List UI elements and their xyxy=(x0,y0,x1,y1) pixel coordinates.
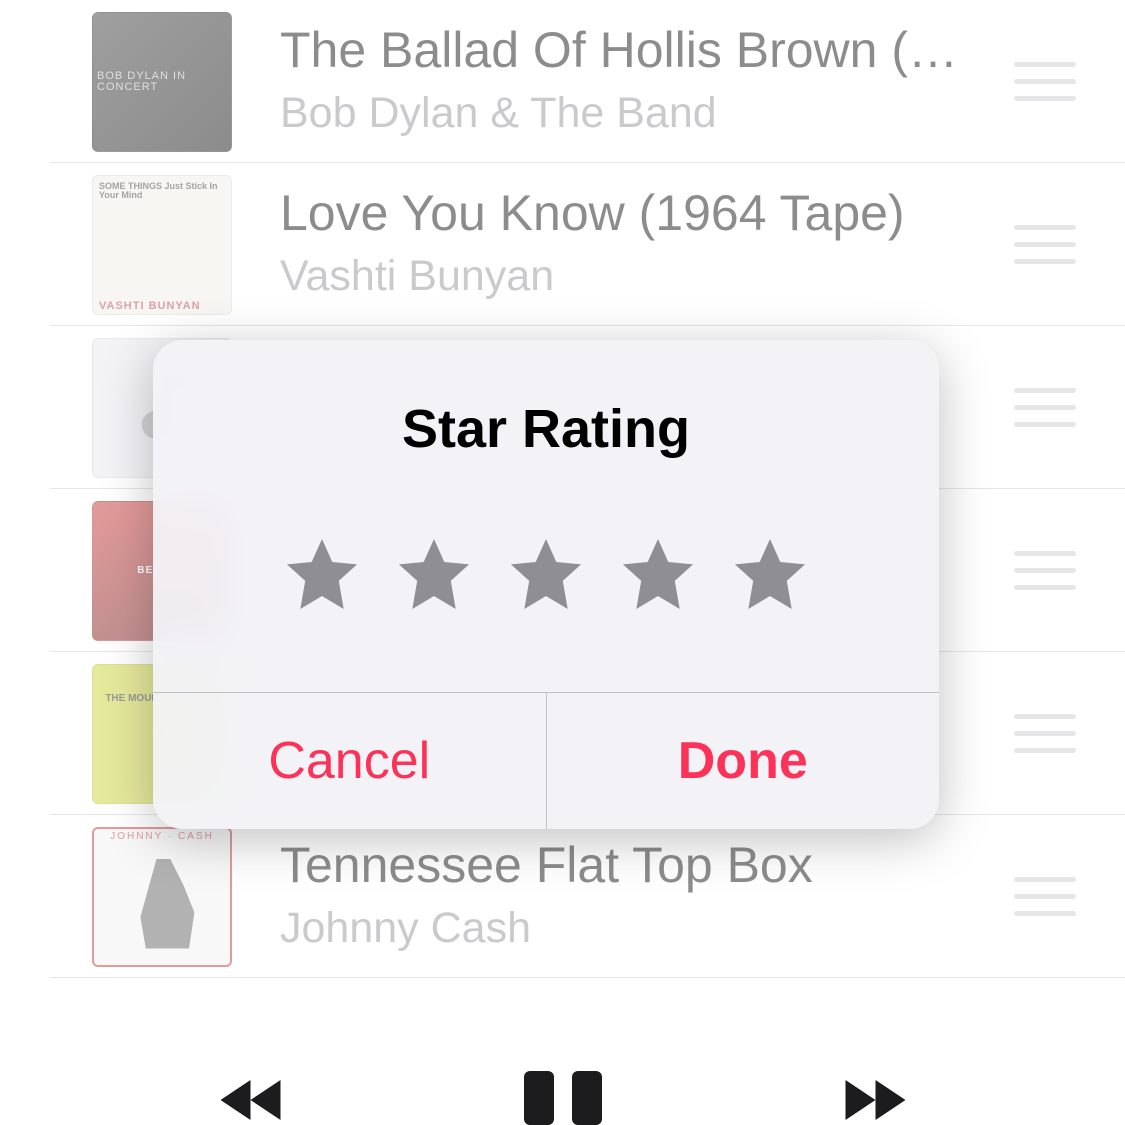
drag-icon xyxy=(1014,225,1076,264)
star-icon[interactable] xyxy=(728,532,812,616)
drag-icon xyxy=(1014,551,1076,590)
reorder-handle[interactable] xyxy=(1005,489,1085,652)
song-artist: Bob Dylan & The Band xyxy=(280,84,985,142)
song-artist: Johnny Cash xyxy=(280,899,985,957)
reorder-handle[interactable] xyxy=(1005,326,1085,489)
star-rating-dialog: Star Rating Cancel Done xyxy=(153,340,939,829)
previous-track-button[interactable] xyxy=(208,1065,298,1125)
player-bar xyxy=(0,1035,1125,1125)
star-icon[interactable] xyxy=(616,532,700,616)
song-title: The Ballad Of Hollis Brown (L… xyxy=(280,20,985,80)
done-button[interactable]: Done xyxy=(546,693,940,829)
dialog-header: Star Rating xyxy=(153,340,939,460)
song-title: Love You Know (1964 Tape) xyxy=(280,183,985,243)
reorder-handle[interactable] xyxy=(1005,0,1085,163)
dialog-buttons: Cancel Done xyxy=(153,692,939,829)
list-item[interactable]: Tennessee Flat Top Box Johnny Cash xyxy=(0,815,1125,978)
album-art xyxy=(92,175,232,315)
drag-icon xyxy=(1014,388,1076,427)
reorder-handle[interactable] xyxy=(1005,815,1085,978)
reorder-handle[interactable] xyxy=(1005,652,1085,815)
album-art xyxy=(92,827,232,967)
drag-icon xyxy=(1014,714,1076,753)
drag-icon xyxy=(1014,877,1076,916)
reorder-handle[interactable] xyxy=(1005,163,1085,326)
album-art xyxy=(92,12,232,152)
star-icon[interactable] xyxy=(504,532,588,616)
song-text: The Ballad Of Hollis Brown (L… Bob Dylan… xyxy=(232,20,1005,142)
cancel-button[interactable]: Cancel xyxy=(153,693,546,829)
song-artist: Vashti Bunyan xyxy=(280,247,985,305)
dialog-title: Star Rating xyxy=(183,398,909,460)
star-row xyxy=(153,460,939,692)
next-track-button[interactable] xyxy=(828,1065,918,1125)
pause-button[interactable] xyxy=(518,1065,608,1125)
drag-icon xyxy=(1014,62,1076,101)
list-item[interactable]: Love You Know (1964 Tape) Vashti Bunyan xyxy=(0,163,1125,326)
pause-icon xyxy=(524,1071,602,1125)
song-title: Tennessee Flat Top Box xyxy=(280,835,985,895)
star-icon[interactable] xyxy=(392,532,476,616)
list-item[interactable]: The Ballad Of Hollis Brown (L… Bob Dylan… xyxy=(0,0,1125,163)
song-text: Tennessee Flat Top Box Johnny Cash xyxy=(232,835,1005,957)
star-icon[interactable] xyxy=(280,532,364,616)
song-text: Love You Know (1964 Tape) Vashti Bunyan xyxy=(232,183,1005,305)
